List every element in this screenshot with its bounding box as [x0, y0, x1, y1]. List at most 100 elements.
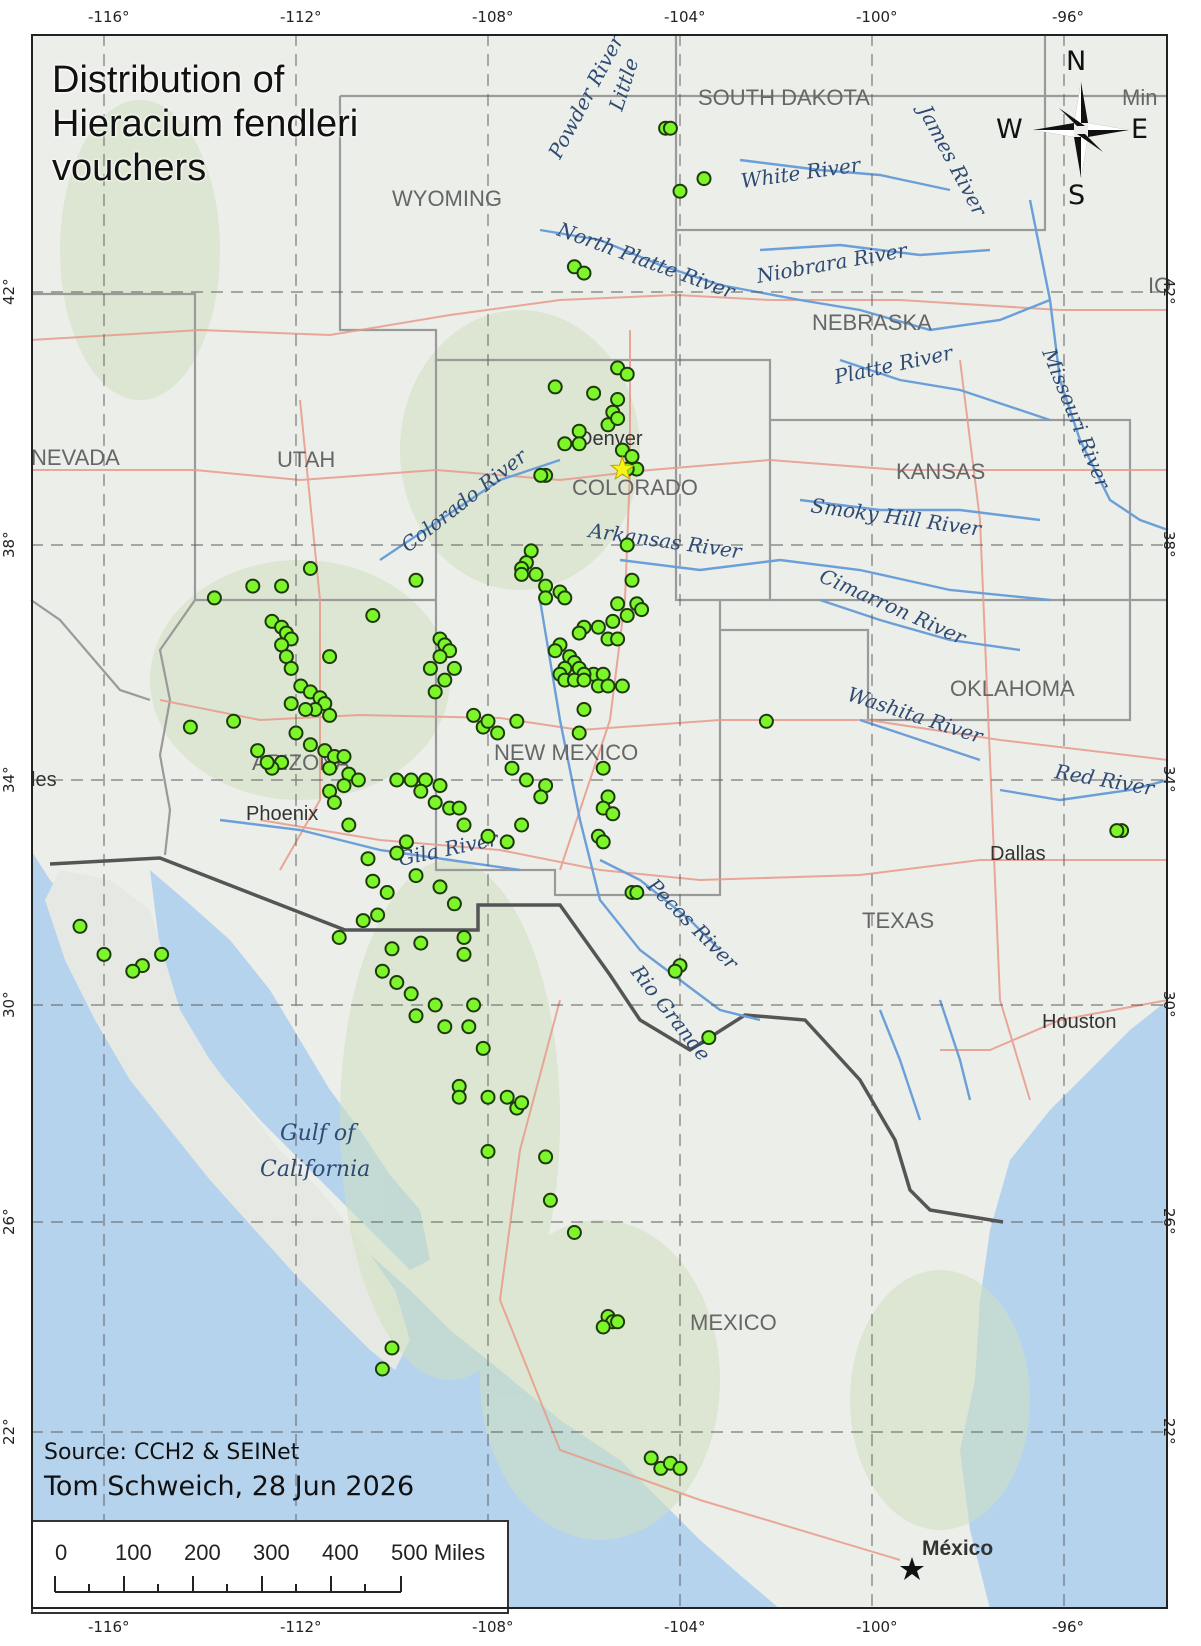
lon-tick-top-116: -116°: [88, 8, 130, 26]
label-min: Min: [1122, 85, 1157, 110]
map-title: Distribution of Hieracium fendleri vouch…: [52, 58, 472, 190]
voucher-point: [322, 707, 338, 723]
label-nevada: NEVADA: [31, 445, 120, 470]
voucher-point: [542, 1192, 558, 1208]
voucher-point: [403, 772, 419, 788]
voucher-point: [365, 608, 381, 623]
voucher-point: [370, 907, 386, 923]
voucher-point: [475, 1040, 491, 1056]
label-mexico: MEXICO: [690, 1310, 777, 1335]
voucher-point: [480, 1144, 496, 1159]
voucher-point: [446, 660, 462, 676]
voucher-point: [605, 806, 621, 822]
voucher-point: [514, 566, 530, 582]
voucher-point: [336, 778, 352, 794]
voucher-point: [571, 436, 587, 452]
voucher-point: [610, 392, 626, 407]
voucher-point: [355, 913, 371, 929]
title-line-2: Hieracium fendleri: [52, 103, 359, 145]
voucher-point: [514, 1095, 530, 1111]
label-dallas: Dallas: [990, 843, 1046, 865]
voucher-point: [547, 643, 563, 659]
voucher-point: [605, 613, 621, 629]
voucher-point: [389, 975, 405, 990]
voucher-point: [427, 684, 443, 700]
label-california: California: [260, 1157, 370, 1182]
label-kansas: KANSAS: [896, 459, 985, 484]
voucher-point: [283, 660, 299, 676]
voucher-point: [643, 1450, 659, 1466]
voucher-point: [557, 590, 573, 606]
label-houston: Houston: [1042, 1011, 1117, 1033]
voucher-point: [610, 411, 626, 426]
lon-tick-bottom-100: -100°: [856, 1618, 898, 1636]
voucher-point: [384, 941, 400, 957]
source-text: Source: CCH2 & SEINet: [44, 1440, 300, 1465]
voucher-point: [360, 851, 376, 867]
voucher-point: [480, 713, 496, 729]
voucher-point: [667, 963, 683, 979]
voucher-point: [331, 930, 347, 945]
voucher-point: [662, 120, 678, 136]
voucher-point: [576, 265, 592, 281]
voucher-point: [398, 834, 414, 850]
voucher-point: [557, 436, 573, 452]
voucher-point: [509, 713, 525, 729]
voucher-point: [283, 696, 299, 712]
voucher-point: [518, 772, 534, 788]
voucher-point: [533, 467, 549, 483]
voucher-point: [456, 930, 472, 945]
voucher-point: [595, 834, 611, 850]
lat-tick-left-42: 42°: [0, 278, 18, 305]
lat-tick-left-38: 38°: [0, 531, 18, 558]
voucher-point: [586, 385, 602, 401]
lat-tick-right-30: 30°: [1160, 991, 1178, 1018]
voucher-point: [547, 379, 563, 395]
voucher-point: [125, 963, 141, 979]
voucher-point: [595, 760, 611, 776]
label-utah: UTAH: [277, 447, 335, 472]
voucher-point: [374, 1361, 390, 1377]
voucher-point: [302, 737, 318, 753]
voucher-point: [432, 778, 448, 794]
label-texas: TEXAS: [862, 908, 934, 933]
label-nebraska: NEBRASKA: [812, 310, 932, 335]
lon-tick-top-108: -108°: [472, 8, 514, 26]
voucher-point: [437, 672, 453, 688]
voucher-point: [634, 602, 650, 618]
voucher-point: [451, 800, 467, 816]
voucher-point: [408, 1008, 424, 1024]
voucher-point: [182, 719, 198, 735]
voucher-point: [226, 713, 242, 729]
lon-tick-bottom-96: -96°: [1052, 1618, 1084, 1636]
lon-tick-top-104: -104°: [664, 8, 706, 26]
scale-ruler: [54, 1576, 402, 1593]
voucher-point: [571, 423, 587, 439]
author-text: Tom Schweich, 28 Jun 2026: [44, 1471, 415, 1502]
compass-south: S: [1068, 180, 1086, 211]
label-mexico-city: México: [922, 1537, 993, 1560]
voucher-point: [629, 885, 645, 900]
voucher-point: [250, 743, 266, 759]
lon-tick-top-112: -112°: [280, 8, 322, 26]
voucher-point: [413, 935, 429, 951]
voucher-point: [451, 1089, 467, 1105]
voucher-point: [504, 760, 520, 776]
lon-tick-top-100: -100°: [856, 8, 898, 26]
voucher-point: [538, 1149, 554, 1165]
compass-north: N: [1066, 46, 1087, 77]
lat-tick-right-38: 38°: [1160, 531, 1178, 558]
voucher-point: [533, 789, 549, 805]
voucher-point: [696, 171, 712, 187]
map-canvas: SOUTH DAKOTA WYOMING NEBRASKA UTAH COLOR…: [30, 29, 1171, 1609]
voucher-point: [619, 537, 635, 553]
lon-tick-bottom-104: -104°: [664, 1618, 706, 1636]
voucher-point: [427, 997, 443, 1013]
voucher-point: [154, 946, 170, 962]
voucher-point: [322, 649, 338, 665]
voucher-point: [701, 1030, 717, 1046]
voucher-point: [600, 678, 616, 694]
voucher-point: [514, 817, 530, 833]
lon-tick-bottom-108: -108°: [472, 1618, 514, 1636]
voucher-point: [336, 749, 352, 764]
